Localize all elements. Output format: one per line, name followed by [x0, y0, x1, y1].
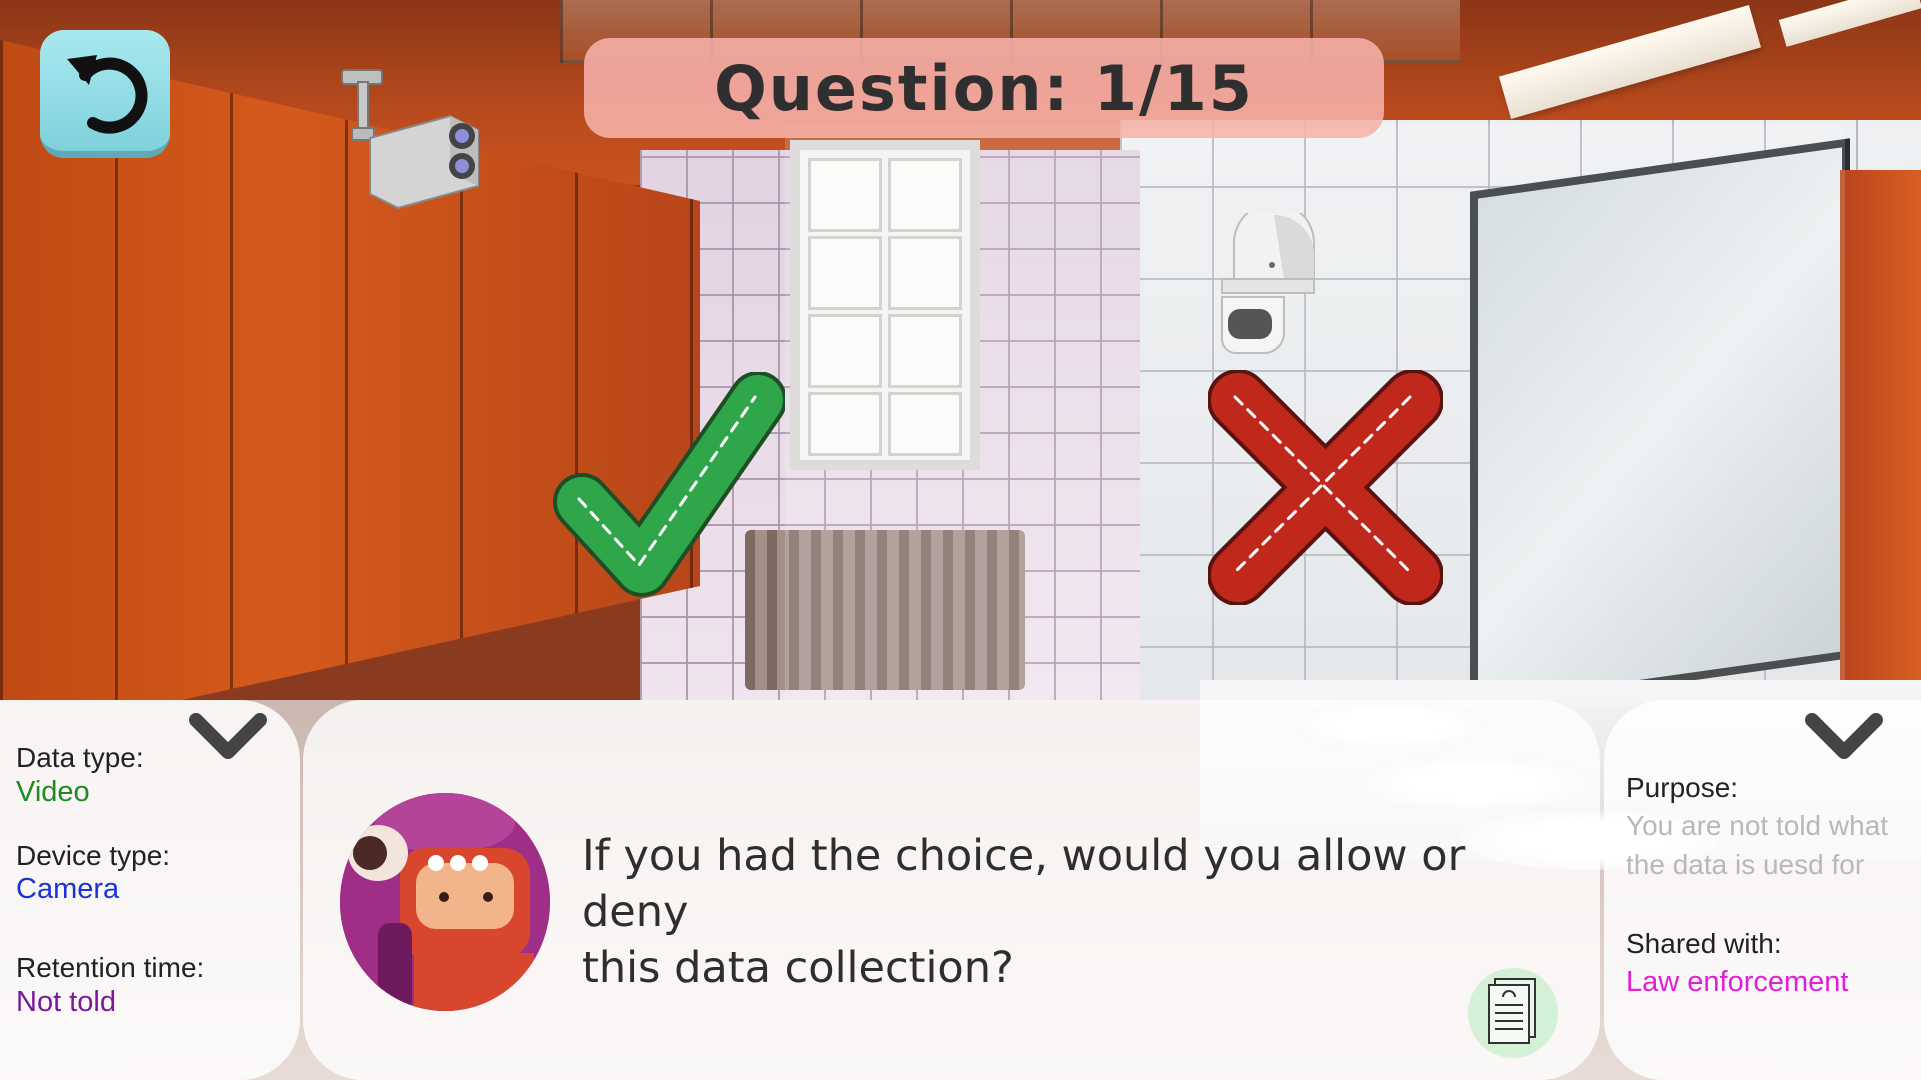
retention-label: Retention time:	[16, 952, 205, 983]
prompt-line-1: If you had the choice, would you allow o…	[582, 831, 1466, 937]
collapse-right-button[interactable]	[1804, 712, 1884, 766]
question-counter: Question: 1/15	[584, 38, 1384, 138]
question-label: Question: 1/15	[714, 51, 1254, 125]
chevron-down-icon	[188, 713, 268, 766]
data-type-value: Video	[16, 776, 90, 808]
deny-button[interactable]	[1207, 369, 1444, 609]
purpose-label: Purpose:	[1626, 772, 1739, 803]
motion-sensor-icon	[1214, 202, 1324, 362]
robot-avatar	[340, 793, 550, 1011]
checkmark-icon	[550, 371, 787, 611]
purpose-value-line-2: the data is uesd for	[1626, 849, 1865, 880]
collapse-left-button[interactable]	[188, 712, 268, 766]
question-prompt: If you had the choice, would you allow o…	[582, 828, 1582, 996]
restart-button[interactable]	[40, 30, 170, 158]
purpose-info-panel: Purpose: You are not told what the data …	[1604, 700, 1921, 1080]
purpose-value-line-1: You are not told what	[1626, 810, 1889, 841]
prompt-line-2: this data collection?	[582, 943, 1014, 993]
device-type-label: Device type:	[16, 840, 171, 871]
restart-icon	[55, 39, 155, 143]
chevron-down-icon	[1804, 713, 1884, 766]
data-type-label: Data type:	[16, 742, 144, 773]
allow-button[interactable]	[550, 371, 787, 611]
document-button[interactable]	[1468, 968, 1558, 1058]
retention-value: Not told	[16, 986, 116, 1018]
security-camera-icon	[340, 68, 485, 217]
document-icon	[1483, 975, 1543, 1051]
device-type-value: Camera	[16, 873, 120, 905]
cross-icon	[1207, 369, 1444, 609]
shared-with-value: Law enforcement	[1626, 966, 1849, 998]
data-info-panel: Data type: Video Device type: Camera Ret…	[0, 700, 300, 1080]
stall-door-right	[1840, 170, 1921, 730]
shared-with-label: Shared with:	[1626, 928, 1782, 959]
